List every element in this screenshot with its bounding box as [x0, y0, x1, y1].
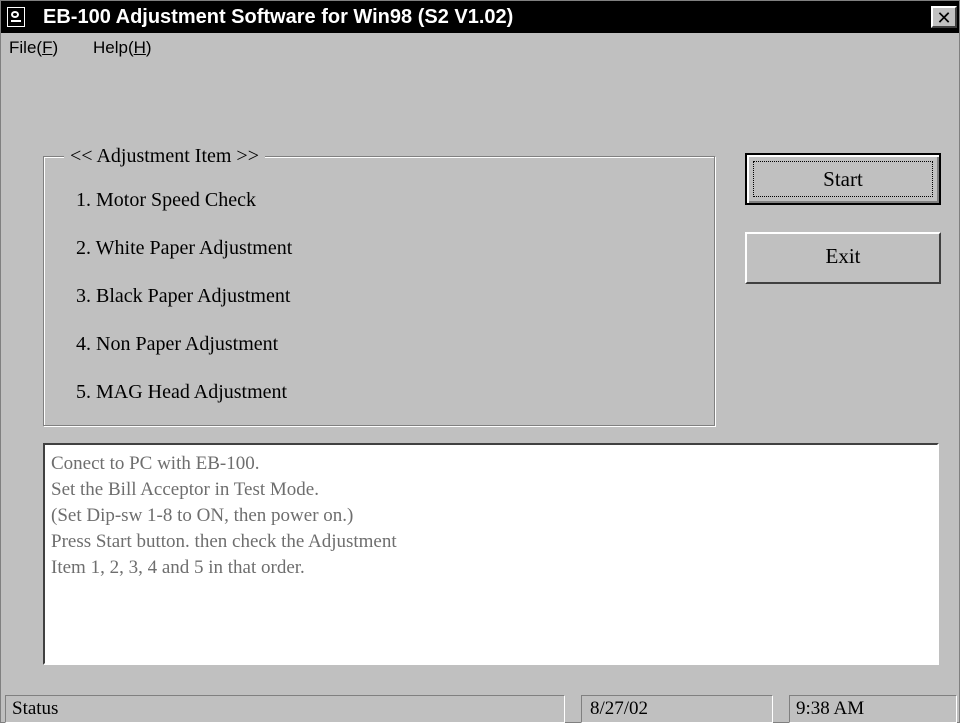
- close-button[interactable]: ✕: [931, 6, 957, 29]
- adjustment-item-group: << Adjustment Item >> 1. Motor Speed Che…: [43, 143, 715, 426]
- start-button[interactable]: Start: [745, 153, 941, 205]
- exit-button[interactable]: Exit: [745, 232, 941, 284]
- close-icon: ✕: [936, 8, 952, 29]
- instruction-line: Item 1, 2, 3, 4 and 5 in that order.: [51, 557, 305, 578]
- adjustment-item: 1. Motor Speed Check: [76, 189, 256, 211]
- app-window: EB-100 Adjustment Software for Win98 (S2…: [0, 0, 960, 723]
- instructions-textbox[interactable]: Conect to PC with EB-100. Set the Bill A…: [43, 443, 939, 665]
- status-bar: Status 8/27/02 9:38 AM: [1, 693, 959, 723]
- instruction-line: (Set Dip-sw 1-8 to ON, then power on.): [51, 505, 354, 526]
- group-title: << Adjustment Item >>: [64, 143, 265, 169]
- adjustment-item: 2. White Paper Adjustment: [76, 237, 293, 259]
- menu-bar: File(F) Help(H): [1, 33, 959, 63]
- instruction-line: Conect to PC with EB-100.: [51, 453, 260, 474]
- app-icon[interactable]: [7, 7, 25, 27]
- adjustment-item: 4. Non Paper Adjustment: [76, 333, 279, 355]
- instruction-line: Set the Bill Acceptor in Test Mode.: [51, 479, 319, 500]
- menu-help[interactable]: Help(H): [93, 38, 152, 58]
- status-time: 9:38 AM: [789, 695, 957, 723]
- title-bar: EB-100 Adjustment Software for Win98 (S2…: [1, 1, 959, 33]
- adjustment-item: 3. Black Paper Adjustment: [76, 285, 291, 307]
- status-date: 8/27/02: [581, 695, 773, 723]
- menu-file[interactable]: File(F): [9, 38, 58, 58]
- instruction-line: Press Start button. then check the Adjus…: [51, 531, 397, 552]
- window-title: EB-100 Adjustment Software for Win98 (S2…: [43, 6, 514, 28]
- status-text: Status: [5, 695, 565, 723]
- adjustment-item: 5. MAG Head Adjustment: [76, 381, 288, 403]
- start-button-label: Start: [753, 161, 933, 197]
